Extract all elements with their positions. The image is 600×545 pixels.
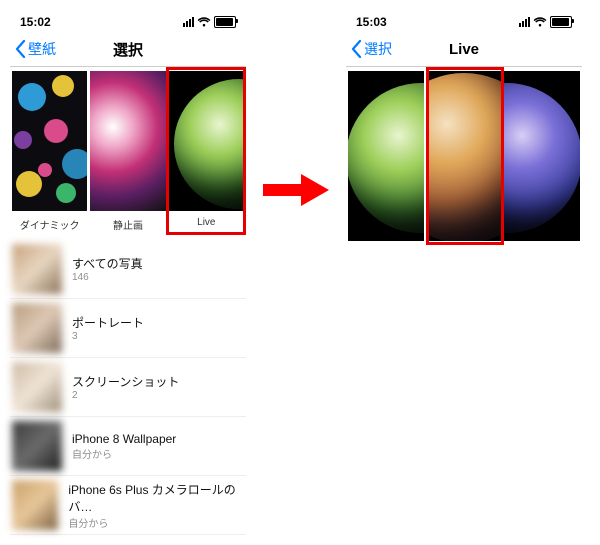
category-label: ダイナミック xyxy=(12,211,87,240)
album-row[interactable]: iPhone 6s Plus カメラロールのバ… 自分から xyxy=(10,476,246,535)
album-row[interactable]: ポートレート 3 xyxy=(10,299,246,358)
back-button[interactable]: 壁紙 xyxy=(10,39,56,59)
album-name: すべての写真 xyxy=(72,255,143,272)
album-row[interactable]: すべての写真 146 xyxy=(10,240,246,299)
album-count: 146 xyxy=(72,272,143,283)
album-row[interactable]: スクリーンショット 2 xyxy=(10,358,246,417)
transition-arrow xyxy=(256,10,336,210)
status-bar: 15:02 xyxy=(10,10,246,32)
wallpaper-categories: ダイナミック 静止画 Live xyxy=(10,67,246,240)
live-wallpaper-orange[interactable] xyxy=(426,71,502,241)
screen-left: 15:02 壁紙 選択 xyxy=(10,10,246,535)
category-label: 静止画 xyxy=(90,211,165,240)
nav-bar: 選択 Live xyxy=(346,32,582,67)
category-still[interactable]: 静止画 xyxy=(90,71,165,240)
live-wallpapers xyxy=(346,67,582,245)
status-time: 15:03 xyxy=(356,15,428,29)
album-list: すべての写真 146 ポートレート 3 スクリーンショット 2 xyxy=(10,240,246,535)
album-name: iPhone 6s Plus カメラロールのバ… xyxy=(68,481,246,515)
wifi-icon xyxy=(197,17,211,27)
album-name: スクリーンショット xyxy=(72,373,179,390)
battery-icon xyxy=(550,16,572,28)
nav-bar: 壁紙 選択 xyxy=(10,32,246,67)
album-row[interactable]: iPhone 8 Wallpaper 自分から xyxy=(10,417,246,476)
category-live[interactable]: Live xyxy=(169,71,244,240)
battery-icon xyxy=(214,16,236,28)
album-name: iPhone 8 Wallpaper xyxy=(72,432,176,446)
status-icons xyxy=(500,16,572,28)
back-label: 壁紙 xyxy=(28,39,56,59)
album-count: 自分から xyxy=(72,446,176,461)
screen-right: 15:03 選択 Live xyxy=(346,10,582,245)
status-icons xyxy=(164,16,236,28)
chevron-left-icon xyxy=(350,40,362,58)
wifi-icon xyxy=(533,17,547,27)
back-button[interactable]: 選択 xyxy=(346,39,392,59)
live-wallpaper-green[interactable] xyxy=(348,71,424,241)
signal-icon xyxy=(183,17,194,27)
chevron-left-icon xyxy=(14,40,26,58)
back-label: 選択 xyxy=(364,39,392,59)
live-wallpaper-blue[interactable] xyxy=(504,71,580,241)
album-count: 自分から xyxy=(68,515,246,530)
album-name: ポートレート xyxy=(72,314,144,331)
album-count: 3 xyxy=(72,331,144,342)
category-label: Live xyxy=(169,211,244,236)
status-time: 15:02 xyxy=(20,15,92,29)
album-count: 2 xyxy=(72,390,179,401)
category-dynamic[interactable]: ダイナミック xyxy=(12,71,87,240)
arrow-right-icon xyxy=(261,170,331,210)
signal-icon xyxy=(519,17,530,27)
status-bar: 15:03 xyxy=(346,10,582,32)
